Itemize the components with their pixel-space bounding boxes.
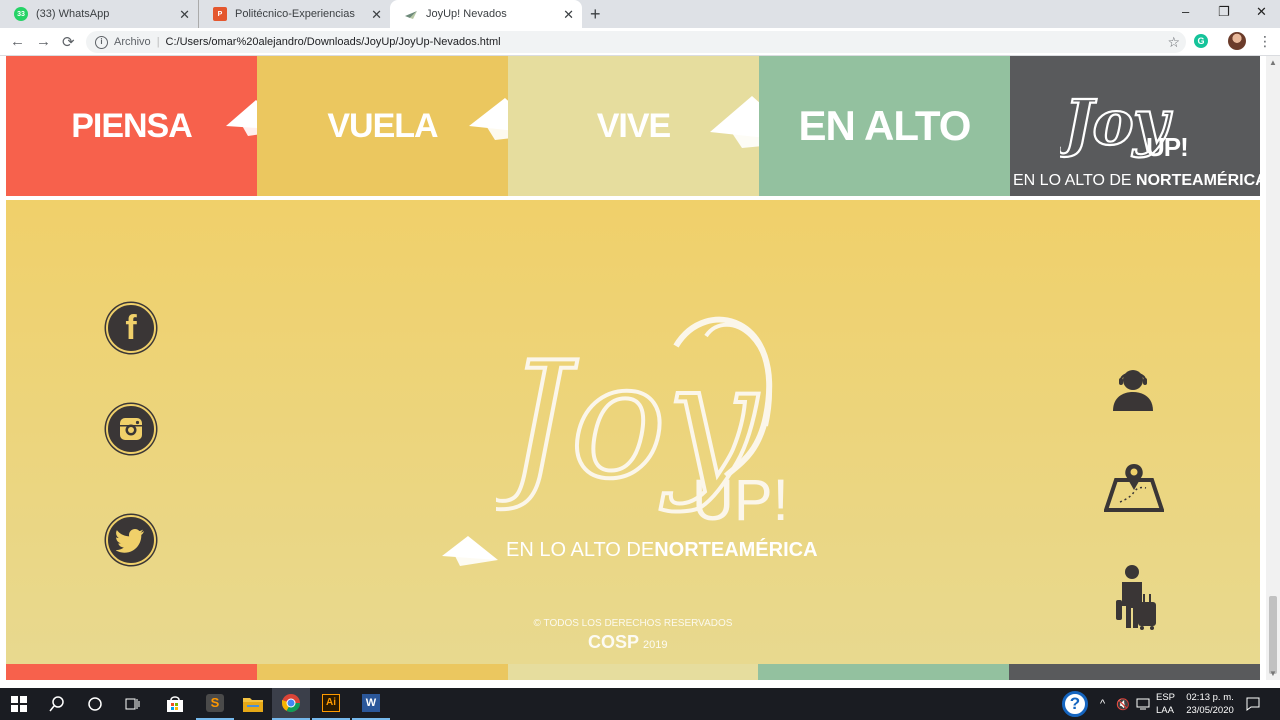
- reload-button[interactable]: ⟳: [62, 33, 75, 51]
- scroll-up-arrow[interactable]: ▲: [1269, 58, 1277, 67]
- restore-button[interactable]: ❐: [1218, 4, 1230, 20]
- banner-cell-piensa: PIENSA: [6, 56, 288, 196]
- banner-word: PIENSA: [71, 106, 193, 145]
- paper-plane-icon: [442, 536, 498, 566]
- close-tab-icon[interactable]: ✕: [563, 7, 574, 23]
- browser-menu-icon[interactable]: ⋮: [1258, 33, 1272, 50]
- tab-whatsapp[interactable]: 33 (33) WhatsApp ✕: [0, 0, 198, 28]
- svg-text:UP!: UP!: [1146, 132, 1188, 162]
- tab-joyup[interactable]: JoyUp! Nevados ✕: [390, 0, 582, 28]
- footer-main: f Joy UP! EN LO ALTO DE NORTEAMÉRICA © T…: [6, 200, 1260, 664]
- strip-segment: [256, 664, 508, 680]
- forward-button[interactable]: →: [36, 33, 51, 50]
- tab-label: Politécnico-Experiencias: [235, 8, 355, 20]
- info-icon[interactable]: i: [95, 35, 108, 49]
- close-tab-icon[interactable]: ✕: [371, 7, 382, 23]
- cortana-icon[interactable]: [76, 688, 114, 720]
- divider: |: [156, 36, 160, 48]
- network-icon[interactable]: [1136, 688, 1150, 720]
- new-tab-button[interactable]: +: [590, 4, 601, 25]
- tab-label: (33) WhatsApp: [36, 8, 110, 20]
- address-bar-row: ← → ⟳ i Archivo | C:/Users/omar%20alejan…: [0, 28, 1280, 56]
- header-banner: PIENSA VUELA VIVE EN ALTO Joy UP! EN LO …: [6, 56, 1266, 196]
- banner-word: EN ALTO: [798, 102, 972, 149]
- security-label: Archivo: [114, 36, 151, 48]
- tab-strip: 33 (33) WhatsApp ✕ P Politécnico-Experie…: [0, 0, 1280, 28]
- cosp-brand: COSP 2019: [588, 632, 668, 652]
- system-clock[interactable]: 02:13 p. m. 23/05/2020: [1180, 691, 1240, 717]
- windows-taskbar: S Ai W ? ^ 🔇 ESP LAA 02:13 p. m. 23/05/202…: [0, 688, 1280, 720]
- instagram-icon[interactable]: [106, 404, 156, 454]
- svg-text:UP!: UP!: [692, 468, 789, 533]
- whatsapp-icon: 33: [14, 7, 28, 21]
- customer-support-icon[interactable]: [1108, 363, 1158, 413]
- input-language[interactable]: ESP LAA: [1156, 691, 1175, 717]
- profile-avatar[interactable]: [1228, 32, 1246, 50]
- copyright-text: © TODOS LOS DERECHOS RESERVADOS: [533, 618, 733, 629]
- map-location-icon[interactable]: [1104, 462, 1164, 512]
- address-field[interactable]: i Archivo | C:/Users/omar%20alejandro/Do…: [86, 31, 1186, 53]
- chrome-icon[interactable]: [272, 688, 310, 720]
- joyup-main-logo: Joy UP!: [496, 316, 789, 533]
- banner-logo-cell: Joy UP! EN LO ALTO DE NORTEAMÉRICA: [1010, 56, 1266, 196]
- volume-muted-icon[interactable]: 🔇: [1116, 688, 1130, 720]
- page-viewport: PIENSA VUELA VIVE EN ALTO Joy UP! EN LO …: [0, 56, 1266, 680]
- tab-politecnico[interactable]: P Politécnico-Experiencias ✕: [198, 0, 390, 28]
- file-explorer-icon[interactable]: [234, 688, 272, 720]
- twitter-icon[interactable]: [106, 515, 156, 565]
- banner-tagline: EN LO ALTO DE NORTEAMÉRICA: [1013, 172, 1266, 189]
- strip-segment: [1009, 664, 1260, 680]
- task-view-icon[interactable]: [114, 688, 152, 720]
- close-tab-icon[interactable]: ✕: [179, 7, 190, 23]
- strip-segment: [6, 664, 257, 680]
- bookmark-star-icon[interactable]: ☆: [1167, 34, 1180, 51]
- close-window-button[interactable]: ✕: [1256, 4, 1267, 20]
- help-icon[interactable]: ?: [1062, 688, 1088, 720]
- windows-start-icon[interactable]: [0, 688, 38, 720]
- word-icon[interactable]: W: [352, 688, 390, 720]
- store-icon[interactable]: [156, 688, 194, 720]
- minimize-button[interactable]: –: [1182, 4, 1189, 19]
- facebook-icon[interactable]: f: [106, 303, 156, 353]
- search-icon[interactable]: [38, 688, 76, 720]
- strip-segment: [758, 664, 1010, 680]
- paper-plane-icon: [404, 7, 418, 21]
- grammarly-icon[interactable]: G: [1194, 34, 1208, 48]
- url-text[interactable]: C:/Users/omar%20alejandro/Downloads/JoyU…: [166, 36, 501, 48]
- main-tagline: EN LO ALTO DE NORTEAMÉRICA: [442, 534, 818, 566]
- vertical-scrollbar[interactable]: ▲ ▼: [1266, 56, 1280, 680]
- banner-cell-vuela: VUELA: [257, 56, 545, 196]
- banner-word: VUELA: [327, 106, 438, 145]
- back-button[interactable]: ←: [10, 33, 25, 50]
- chevron-up-icon[interactable]: ^: [1100, 688, 1105, 720]
- illustrator-icon[interactable]: Ai: [312, 688, 350, 720]
- scroll-thumb[interactable]: [1269, 596, 1277, 674]
- tab-label: JoyUp! Nevados: [426, 8, 507, 20]
- sublime-text-icon[interactable]: S: [196, 688, 234, 720]
- banner-word: VIVE: [596, 106, 671, 145]
- strip-segment: [507, 664, 759, 680]
- bottom-color-strip: [6, 664, 1260, 680]
- politecnico-icon: P: [213, 7, 227, 21]
- joyup-logo: Joy UP!: [1060, 85, 1189, 162]
- banner-cell-en-alto: EN ALTO: [759, 56, 1010, 196]
- banner-cell-vive: VIVE: [508, 56, 804, 196]
- notifications-icon[interactable]: [1246, 688, 1260, 720]
- scroll-down-arrow[interactable]: ▼: [1269, 669, 1277, 678]
